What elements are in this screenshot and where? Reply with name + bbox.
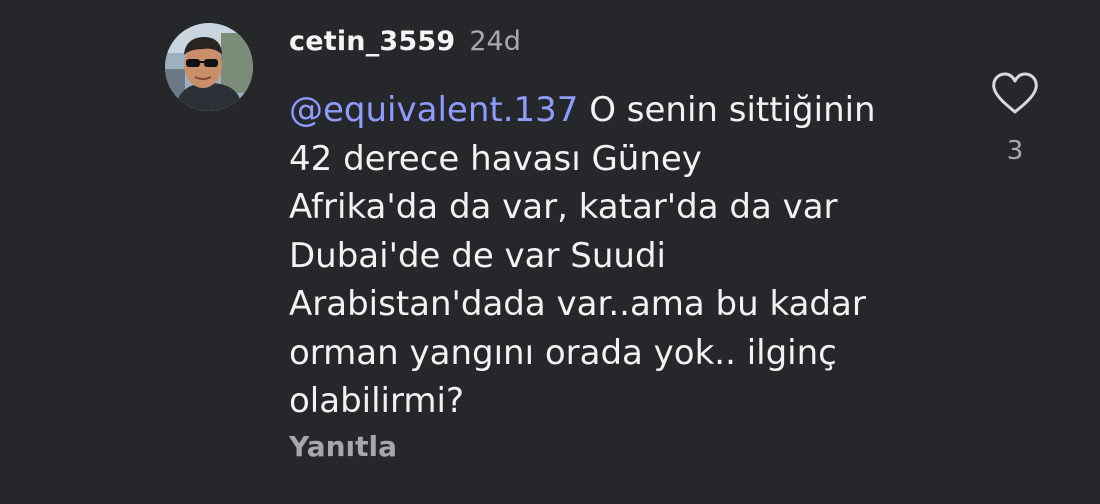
like-count: 3 xyxy=(1006,136,1024,166)
comment: cetin_3559 24d @equivalent.137 O senin s… xyxy=(0,0,1100,504)
comment-line: olabilirmi? xyxy=(289,381,464,421)
comment-line-1: @equivalent.137 O senin sittiğinin xyxy=(289,86,969,135)
comment-line-text: O senin sittiğinin xyxy=(578,90,876,130)
comment-line: Arabistan'dada var..ama bu kadar xyxy=(289,284,866,324)
like-button[interactable] xyxy=(990,70,1040,116)
comment-line: orman yangını orada yok.. ilginç xyxy=(289,332,837,373)
username[interactable]: cetin_3559 xyxy=(289,26,455,57)
comment-header: cetin_3559 24d xyxy=(289,26,521,66)
timestamp: 24d xyxy=(469,26,521,57)
comment-text: @equivalent.137 O senin sittiğinin 42 de… xyxy=(289,86,969,426)
comment-line: Afrika'da da var, katar'da da var xyxy=(289,187,838,227)
avatar-photo xyxy=(165,23,253,111)
mention-link[interactable]: @equivalent.137 xyxy=(289,90,578,130)
avatar[interactable] xyxy=(165,23,253,111)
comment-line: Dubai'de de var Suudi xyxy=(289,235,667,276)
reply-button[interactable]: Yanıtla xyxy=(289,430,397,463)
comment-line: 42 derece havası Güney xyxy=(289,138,702,179)
heart-outline-icon xyxy=(992,72,1038,114)
